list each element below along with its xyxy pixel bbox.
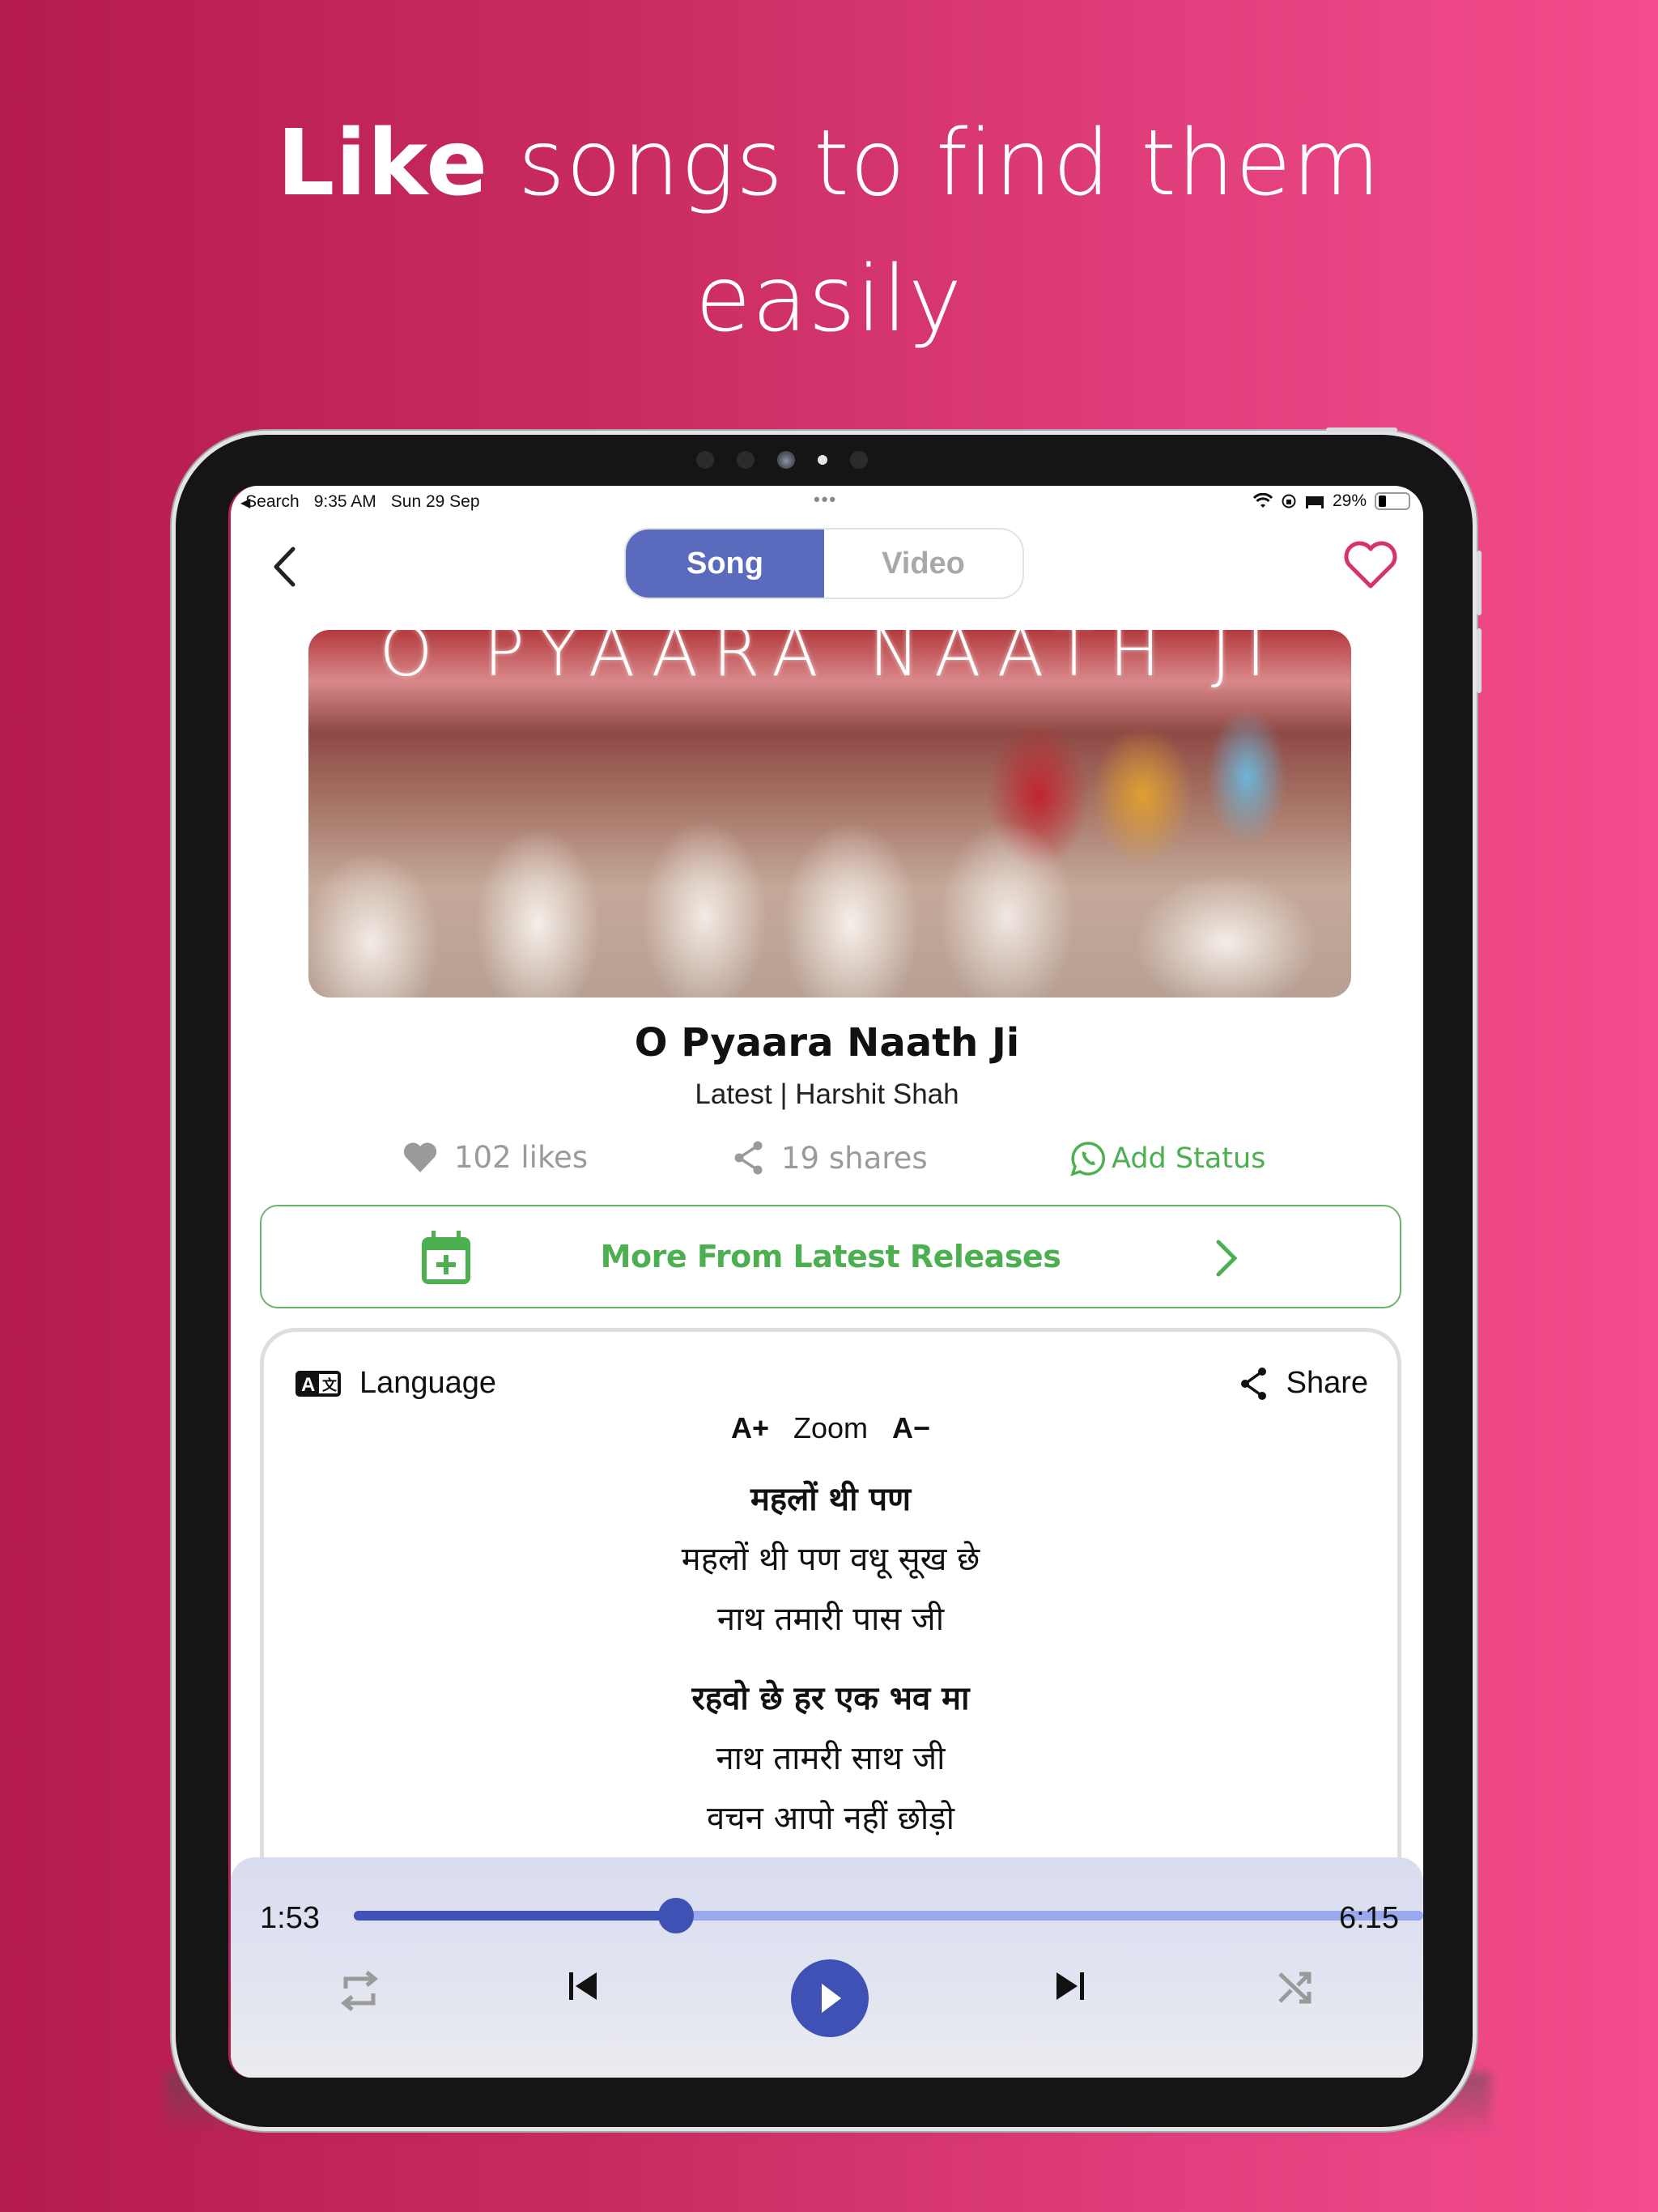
song-thumbnail[interactable]: O PYAARA NAATH JI — [308, 630, 1351, 998]
side-button-upper — [1477, 551, 1482, 615]
repeat-icon — [340, 1971, 379, 2011]
lyric-line: वचन आपो नहीं छोड़ो — [707, 1800, 954, 1837]
thumbnail-overlay-text: O PYAARA NAATH JI — [379, 630, 1281, 691]
headline-rest: songs to find them — [488, 111, 1381, 216]
share-lyrics-button[interactable]: Share — [1239, 1366, 1368, 1401]
shares-button[interactable]: 19 shares — [733, 1140, 928, 1176]
current-time: 1:53 — [260, 1901, 320, 1935]
wifi-icon — [1252, 493, 1273, 508]
seek-bar-handle[interactable] — [657, 1898, 694, 1933]
language-button[interactable]: A文 Language — [295, 1366, 496, 1401]
camera-led — [818, 455, 827, 465]
camera-lens — [777, 451, 795, 469]
song-stats: 102 likes 19 shares Add Status — [231, 1140, 1423, 1189]
song-title: O Pyaara Naath Ji — [634, 1020, 1020, 1066]
promo-headline: Like songs to find them easily — [0, 96, 1658, 368]
heart-outline-icon — [1344, 541, 1397, 589]
share-label: Share — [1286, 1366, 1368, 1400]
lyric-line: नाथ तमारी पास जी — [716, 1601, 945, 1638]
add-status-button[interactable]: Add Status — [1069, 1140, 1265, 1177]
lyric-line: महलों थी पण वधू सूख छे — [681, 1541, 980, 1578]
share-icon — [734, 1141, 763, 1175]
next-button[interactable] — [1053, 1969, 1087, 2003]
previous-button[interactable] — [566, 1969, 600, 2003]
lyrics-stanza: महलों थी पण महलों थी पण वधू सूख छे नाथ त… — [264, 1470, 1397, 1649]
status-back-link[interactable]: ◀ Search — [240, 492, 300, 512]
headline-bold: Like — [277, 111, 489, 216]
play-button[interactable] — [791, 1959, 869, 2037]
seek-bar-progress — [354, 1911, 676, 1921]
status-time: 9:35 AM — [313, 492, 376, 511]
skip-next-icon — [1056, 1972, 1084, 2000]
orientation-lock-icon — [1282, 494, 1296, 508]
skip-previous-icon — [569, 1972, 597, 2000]
likes-count: 102 likes — [454, 1140, 589, 1175]
lyrics-text: महलों थी पण महलों थी पण वधू सूख छे नाथ त… — [264, 1470, 1397, 1868]
sensor-dot — [737, 451, 755, 469]
shares-count: 19 shares — [781, 1140, 928, 1176]
back-button[interactable] — [260, 542, 308, 591]
likes-button[interactable]: 102 likes — [402, 1140, 588, 1175]
repeat-button[interactable] — [339, 1969, 380, 2013]
svg-text:文: 文 — [322, 1376, 338, 1393]
zoom-out-button[interactable]: A− — [892, 1411, 930, 1445]
song-video-toggle: Song Video — [624, 528, 1024, 599]
share-icon — [1240, 1367, 1266, 1400]
status-bar: ◀ Search 9:35 AM Sun 29 Sep ••• 29% — [231, 486, 1423, 518]
status-date: Sun 29 Sep — [390, 492, 480, 511]
battery-percent: 29% — [1332, 491, 1367, 510]
svg-text:A: A — [301, 1374, 315, 1396]
audio-player: 1:53 6:15 — [231, 1857, 1423, 2078]
add-status-label: Add Status — [1112, 1142, 1266, 1175]
shuffle-button[interactable] — [1277, 1969, 1314, 2006]
multitasking-dots[interactable]: ••• — [814, 489, 837, 510]
tab-video[interactable]: Video — [824, 530, 1022, 598]
sensor-dot — [696, 451, 714, 469]
lyric-line: नाथ तामरी साथ जी — [716, 1740, 946, 1777]
zoom-controls: A+ Zoom A− — [264, 1411, 1397, 1445]
side-button-lower — [1477, 628, 1482, 693]
stanza-heading: रहवो छे हर एक भव मा — [691, 1680, 970, 1717]
shuffle-icon — [1278, 1972, 1312, 2004]
chevron-right-icon — [1216, 1240, 1238, 1277]
seek-bar[interactable] — [354, 1898, 1423, 1933]
status-back-label: Search — [245, 492, 300, 511]
sensor-dot — [850, 451, 868, 469]
sleep-mode-icon — [1305, 496, 1324, 508]
song-subtitle: Latest | Harshit Shah — [695, 1078, 959, 1110]
stanza-heading: महलों थी पण — [750, 1481, 912, 1518]
heart-filled-icon — [403, 1142, 437, 1172]
app-screen: ◀ Search 9:35 AM Sun 29 Sep ••• 29% Song… — [228, 486, 1423, 2078]
total-time: 6:15 — [1339, 1901, 1399, 1935]
lyrics-stanza: रहवो छे हर एक भव मा नाथ तामरी साथ जी वचन… — [264, 1669, 1397, 1848]
headline-line2: easily — [695, 247, 963, 352]
language-label: Language — [359, 1366, 497, 1400]
camera-bar — [696, 450, 868, 470]
volume-button — [1326, 428, 1397, 432]
translate-icon: A文 — [295, 1370, 341, 1397]
play-icon — [822, 1984, 841, 2013]
whatsapp-icon — [1070, 1142, 1105, 1176]
favorite-button[interactable] — [1342, 539, 1399, 591]
more-from-latest-button[interactable]: More From Latest Releases — [260, 1205, 1401, 1308]
battery-icon — [1375, 492, 1410, 510]
zoom-label: Zoom — [793, 1411, 869, 1444]
zoom-in-button[interactable]: A+ — [731, 1411, 769, 1445]
chevron-left-icon — [274, 547, 295, 587]
tab-song[interactable]: Song — [626, 530, 824, 598]
